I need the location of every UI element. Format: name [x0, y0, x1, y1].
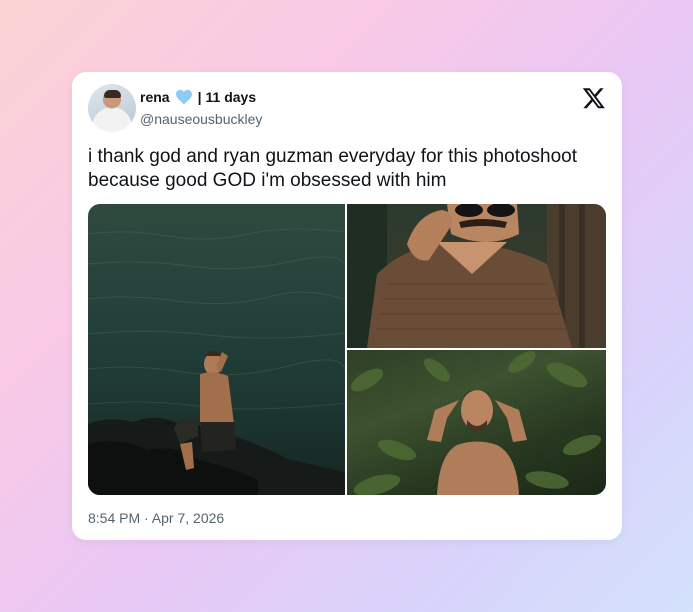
header-separator: |	[197, 89, 202, 105]
tweet-text-line-1: i thank god and ryan guzman everyday for…	[88, 146, 578, 167]
photo-man-with-sunglasses-knit-shirt[interactable]	[347, 204, 606, 348]
photo-left-illustration	[88, 228, 345, 495]
tweet-text-line-2: because good GOD i'm obsessed with him	[88, 170, 447, 191]
tweet-header: rena | 11 days	[140, 89, 256, 105]
x-logo-icon[interactable]	[582, 86, 606, 110]
media-grid	[88, 204, 606, 495]
relative-time: 11 days	[205, 89, 257, 105]
author-name[interactable]: rena	[140, 89, 170, 105]
author-handle[interactable]: @nauseousbuckley	[140, 111, 262, 127]
tweet-text: i thank god and ryan guzman everyday for…	[88, 145, 608, 193]
photo-bottom-right-illustration	[350, 351, 601, 495]
photo-man-sitting-on-rocks-by-sea[interactable]	[88, 204, 345, 495]
tweet-card[interactable]: rena | 11 days @nauseousbuckley i thank …	[72, 72, 622, 540]
photo-man-in-foliage[interactable]	[347, 350, 606, 495]
photo-top-right-illustration	[347, 204, 606, 348]
blue-heart-icon	[175, 89, 192, 105]
tweet-timestamp[interactable]: 8:54 PM · Apr 7, 2026	[88, 510, 224, 526]
avatar-hair	[104, 90, 121, 98]
avatar[interactable]	[88, 84, 136, 132]
